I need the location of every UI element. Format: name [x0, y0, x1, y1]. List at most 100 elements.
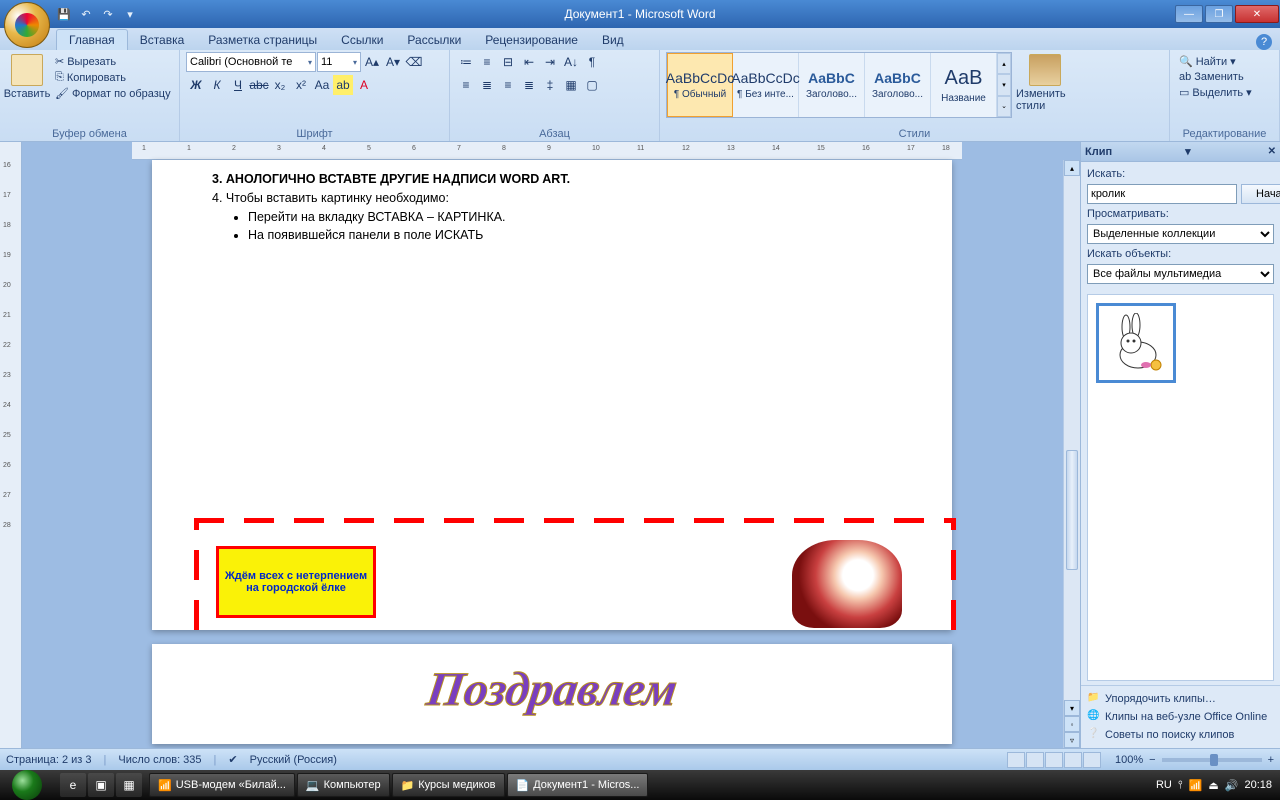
tab-insert[interactable]: Вставка [128, 30, 197, 50]
style-title[interactable]: АаВНазвание [931, 53, 997, 117]
prev-page-icon[interactable]: ◦ [1064, 716, 1080, 732]
scroll-up-icon[interactable]: ▴ [1064, 160, 1080, 176]
bullets-icon[interactable]: ≔ [456, 52, 476, 72]
redo-icon[interactable]: ↷ [100, 6, 116, 22]
clear-formatting-icon[interactable]: ⌫ [404, 52, 424, 72]
line-spacing-icon[interactable]: ‡ [540, 75, 560, 95]
yellow-callout[interactable]: Ждём всех с нетерпением на городской ёлк… [216, 546, 376, 618]
tab-page-layout[interactable]: Разметка страницы [196, 30, 329, 50]
shrink-font-icon[interactable]: A▾ [383, 52, 403, 72]
style-heading1[interactable]: AaBbCЗаголово... [799, 53, 865, 117]
font-name-combo[interactable]: Calibri (Основной те▾ [186, 52, 316, 72]
style-normal[interactable]: AaBbCcDc¶ Обычный [667, 53, 733, 117]
multilevel-icon[interactable]: ⊟ [498, 52, 518, 72]
taskbar-folder[interactable]: 📁 Курсы медиков [392, 773, 505, 797]
maximize-button[interactable]: ❐ [1205, 5, 1233, 23]
numbering-icon[interactable]: ≡ [477, 52, 497, 72]
view-buttons[interactable] [1007, 752, 1101, 768]
borders-icon[interactable]: ▢ [582, 75, 602, 95]
ql-icon[interactable]: ▦ [116, 773, 142, 797]
tab-mailings[interactable]: Рассылки [395, 30, 473, 50]
zoom-in-icon[interactable]: + [1268, 754, 1274, 766]
sort-icon[interactable]: A↓ [561, 52, 581, 72]
help-icon[interactable]: ? [1256, 34, 1272, 50]
highlight-icon[interactable]: ab [333, 75, 353, 95]
office-button[interactable] [4, 2, 50, 48]
change-styles-button[interactable]: Изменить стили [1016, 52, 1074, 112]
italic-icon[interactable]: К [207, 75, 227, 95]
ie-icon[interactable]: e [60, 773, 86, 797]
tab-review[interactable]: Рецензирование [473, 30, 590, 50]
gallery-scroll[interactable]: ▴▾⌄ [997, 53, 1011, 117]
clip-objects-select[interactable]: Все файлы мультимедиа [1087, 264, 1274, 284]
language-status[interactable]: Русский (Россия) [250, 754, 337, 766]
tray-clock[interactable]: 20:18 [1244, 779, 1272, 791]
tray-network-icon[interactable]: ⫯ [1178, 779, 1183, 792]
tray-safely-remove-icon[interactable]: ⏏ [1208, 779, 1218, 792]
save-icon[interactable]: 💾 [56, 6, 72, 22]
find-button[interactable]: 🔍 Найти ▾ [1176, 54, 1255, 69]
undo-icon[interactable]: ↶ [78, 6, 94, 22]
replace-button[interactable]: ab Заменить [1176, 70, 1255, 84]
styles-gallery[interactable]: AaBbCcDc¶ Обычный AaBbCcDc¶ Без инте... … [666, 52, 1012, 118]
scroll-thumb[interactable] [1066, 450, 1078, 570]
minimize-button[interactable]: — [1175, 5, 1203, 23]
select-button[interactable]: ▭ Выделить ▾ [1176, 85, 1255, 100]
font-size-combo[interactable]: 11▾ [317, 52, 361, 72]
document-page-2[interactable]: Поздравлем [152, 644, 952, 744]
zoom-level[interactable]: 100% [1115, 754, 1143, 766]
tab-view[interactable]: Вид [590, 30, 636, 50]
clip-organize-link[interactable]: 📁Упорядочить клипы… [1087, 690, 1274, 708]
taskbar-word[interactable]: 📄 Документ1 - Micros... [507, 773, 649, 797]
taskbar-usb-modem[interactable]: 📶 USB-модем «Билай... [149, 773, 295, 797]
spellcheck-icon[interactable]: ✔ [228, 753, 237, 766]
change-case-icon[interactable]: Aa [312, 75, 332, 95]
santa-clipart[interactable] [792, 540, 902, 628]
clip-go-button[interactable]: Начать [1241, 184, 1280, 204]
style-heading2[interactable]: AaBbCЗаголово... [865, 53, 931, 117]
explorer-icon[interactable]: ▣ [88, 773, 114, 797]
qat-more-icon[interactable]: ▾ [122, 6, 138, 22]
font-color-icon[interactable]: A [354, 75, 374, 95]
align-left-icon[interactable]: ≡ [456, 75, 476, 95]
clip-online-link[interactable]: 🌐Клипы на веб-узле Office Online [1087, 708, 1274, 726]
clip-pane-menu-icon[interactable]: ▾ [1185, 145, 1191, 158]
word-count[interactable]: Число слов: 335 [118, 754, 201, 766]
bold-icon[interactable]: Ж [186, 75, 206, 95]
taskbar-computer[interactable]: 💻 Компьютер [297, 773, 390, 797]
justify-icon[interactable]: ≣ [519, 75, 539, 95]
copy-button[interactable]: ⎘ Копировать [52, 70, 174, 85]
underline-icon[interactable]: Ч [228, 75, 248, 95]
shading-icon[interactable]: ▦ [561, 75, 581, 95]
align-center-icon[interactable]: ≣ [477, 75, 497, 95]
indent-inc-icon[interactable]: ⇥ [540, 52, 560, 72]
show-marks-icon[interactable]: ¶ [582, 52, 602, 72]
strike-icon[interactable]: abc [249, 75, 269, 95]
wordart-text[interactable]: Поздравлем [148, 662, 956, 717]
zoom-out-icon[interactable]: − [1149, 754, 1155, 766]
vertical-scrollbar[interactable]: ▴ ▾ ◦ ▿ [1063, 160, 1080, 748]
page-status[interactable]: Страница: 2 из 3 [6, 754, 92, 766]
tray-wifi-icon[interactable]: 📶 [1189, 779, 1203, 792]
next-page-icon[interactable]: ▿ [1064, 732, 1080, 748]
tab-references[interactable]: Ссылки [329, 30, 395, 50]
superscript-icon[interactable]: x² [291, 75, 311, 95]
paste-button[interactable]: Вставить [6, 52, 48, 100]
clip-result-rabbit[interactable] [1096, 303, 1176, 383]
clip-search-input[interactable] [1087, 184, 1237, 204]
align-right-icon[interactable]: ≡ [498, 75, 518, 95]
subscript-icon[interactable]: x₂ [270, 75, 290, 95]
horizontal-ruler[interactable]: 112 345 678 91011 121314 151617 18 [132, 142, 962, 160]
tab-home[interactable]: Главная [56, 29, 128, 50]
document-page[interactable]: 3. АНОЛОГИЧНО ВСТАВТЕ ДРУГИЕ НАДПИСИ WOR… [152, 160, 952, 630]
tray-volume-icon[interactable]: 🔊 [1225, 779, 1239, 792]
zoom-slider[interactable] [1162, 758, 1262, 762]
start-button[interactable] [0, 770, 54, 800]
clip-pane-close-icon[interactable]: ✕ [1268, 146, 1276, 157]
vertical-ruler[interactable]: 161718 192021 222324 252627 28 [0, 142, 22, 748]
scroll-down-icon[interactable]: ▾ [1064, 700, 1080, 716]
style-no-spacing[interactable]: AaBbCcDc¶ Без инте... [733, 53, 799, 117]
cut-button[interactable]: ✂ Вырезать [52, 54, 174, 69]
clip-browse-select[interactable]: Выделенные коллекции [1087, 224, 1274, 244]
tray-lang[interactable]: RU [1156, 779, 1172, 791]
